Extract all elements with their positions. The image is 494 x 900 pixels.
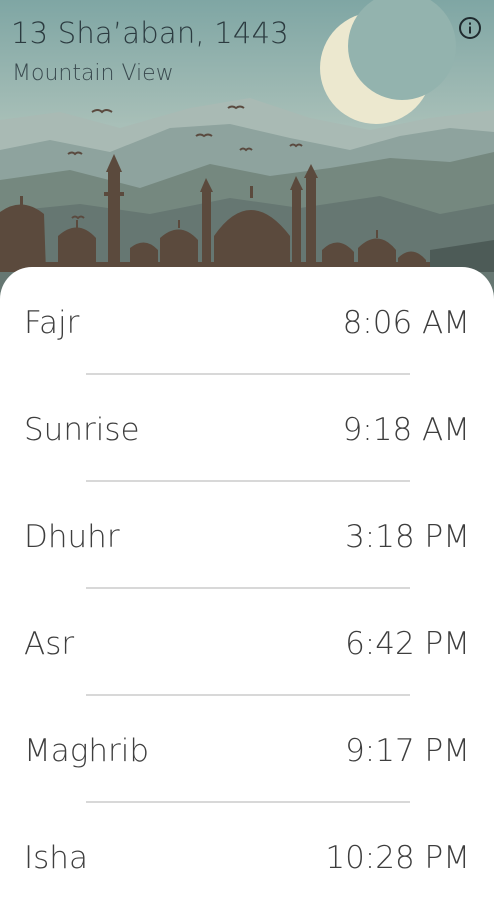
prayer-time: 9:17 PM [345,733,470,769]
prayer-row-maghrib: Maghrib 9:17 PM [0,695,494,801]
prayer-time: 10:28 PM [325,840,470,876]
prayer-times-card: Fajr 8:06 AM Sunrise 9:18 AM Dhuhr 3:18 … [0,267,494,900]
prayer-row-asr: Asr 6:42 PM [0,588,494,694]
prayer-row-fajr: Fajr 8:06 AM [0,267,494,373]
prayer-name: Sunrise [24,412,140,448]
prayer-name: Isha [24,840,88,876]
prayer-time: 3:18 PM [345,519,470,555]
prayer-row-dhuhr: Dhuhr 3:18 PM [0,481,494,587]
prayer-name: Dhuhr [24,519,120,555]
hijri-date-title: 13 Sha’aban, 1443 [11,16,289,50]
info-button[interactable] [458,16,482,40]
prayer-time: 9:18 AM [342,412,470,448]
header-banner: 13 Sha’aban, 1443 Mountain View [0,0,494,300]
prayer-row-isha: Isha 10:28 PM [0,802,494,900]
location-label: Mountain View [12,61,174,86]
prayer-name: Asr [24,626,75,662]
prayer-time: 8:06 AM [342,305,470,341]
prayer-time: 6:42 PM [345,626,470,662]
prayer-name: Fajr [24,305,80,341]
info-icon [459,17,481,39]
prayer-name: Maghrib [24,733,150,769]
prayer-row-sunrise: Sunrise 9:18 AM [0,374,494,480]
